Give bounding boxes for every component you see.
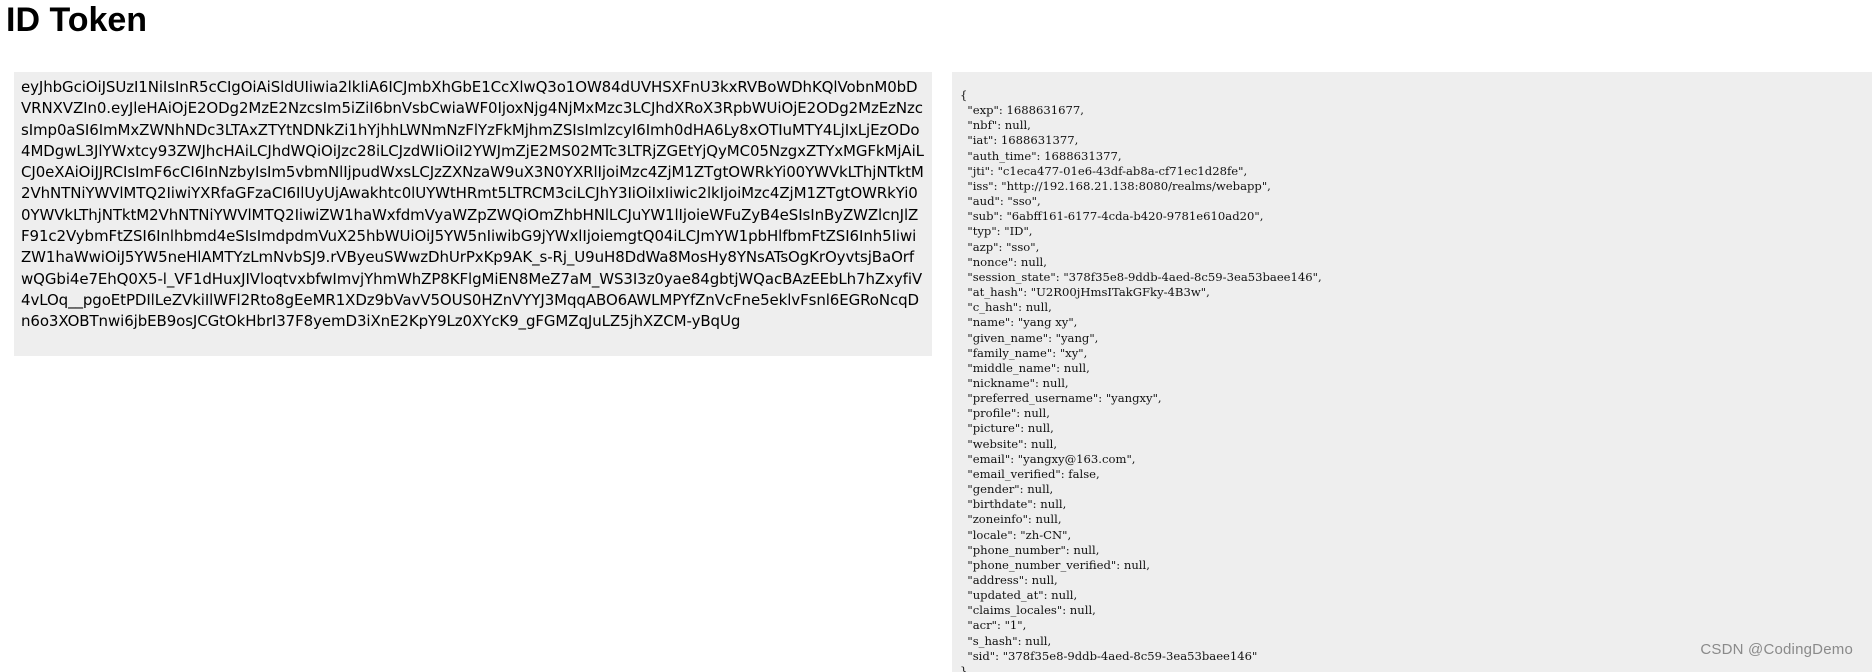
id-token-claims-json: { "exp": 1688631677, "nbf": null, "iat":… [960,88,1322,672]
csdn-watermark: CSDN @CodingDemo [1700,641,1853,658]
id-token-raw-text: eyJhbGciOiJSUzI1NiIsInR5cCIgOiAiSldUIiwi… [21,78,924,331]
page-title: ID Token [6,1,148,39]
id-token-raw-panel: eyJhbGciOiJSUzI1NiIsInR5cCIgOiAiSldUIiwi… [14,72,932,356]
id-token-claims-panel[interactable]: { "exp": 1688631677, "nbf": null, "iat":… [952,72,1872,672]
